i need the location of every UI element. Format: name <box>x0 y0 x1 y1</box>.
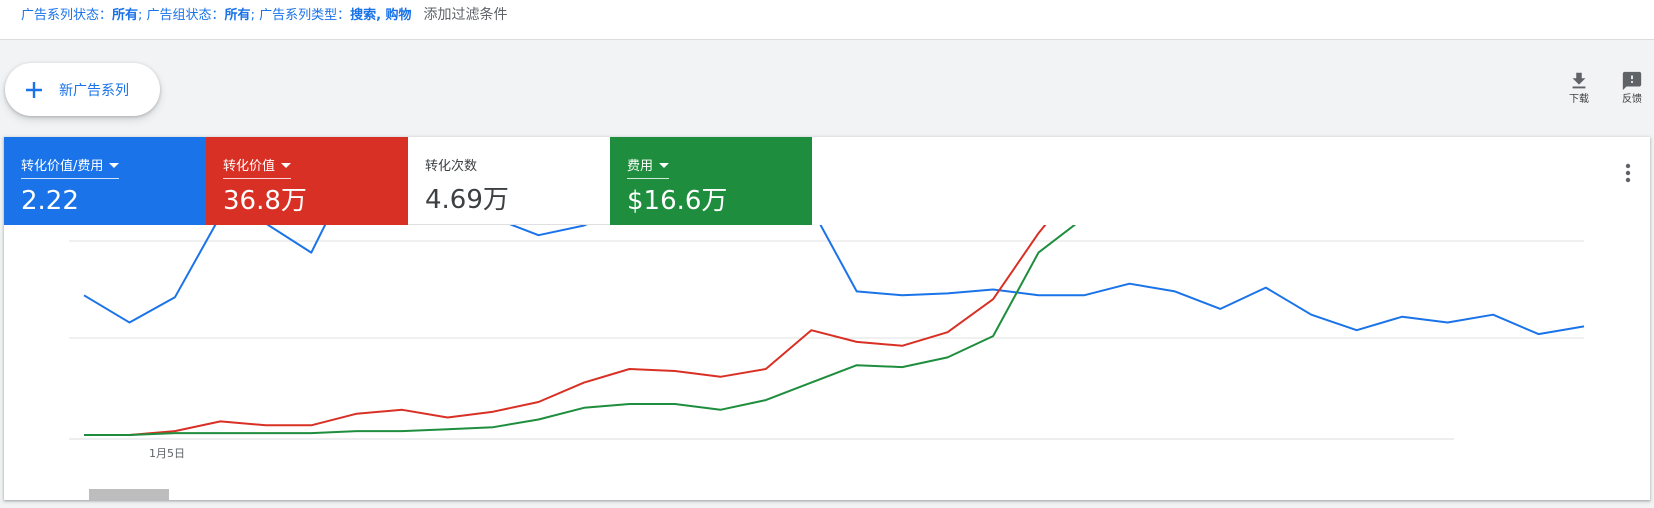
metric-roas-tile[interactable]: 转化价值/费用 2.22 <box>4 137 206 225</box>
new-campaign-label: 新广告系列 <box>59 82 129 99</box>
campaign-type-filter-value[interactable]: 搜索, 购物 <box>350 8 411 23</box>
metric-conversions-value: 4.69万 <box>425 185 509 215</box>
metric-cost-label[interactable]: 费用 <box>627 158 670 179</box>
caret-down-icon <box>281 163 292 168</box>
feedback-button[interactable]: 反馈 <box>1611 70 1653 114</box>
metric-conversion-value-tile[interactable]: 转化价值 36.8万 <box>206 137 408 225</box>
download-label: 下载 <box>1569 94 1589 105</box>
metric-roas-label[interactable]: 转化价值/费用 <box>21 158 120 179</box>
download-button[interactable]: 下载 <box>1558 70 1600 114</box>
caret-down-icon <box>109 163 120 168</box>
chart-scrollbar-thumb[interactable] <box>89 489 169 500</box>
more-options-icon[interactable] <box>1618 161 1638 185</box>
x-tick-label: 1月5日 <box>149 447 185 460</box>
metric-conversions-label-text: 转化次数 <box>425 159 478 174</box>
performance-line-chart: 1月5日 <box>69 225 1585 460</box>
caret-down-icon <box>659 163 670 168</box>
filter-summary[interactable]: 广告系列状态：所有; 广告组状态：所有; 广告系列类型：搜索, 购物 添加过滤条件 <box>21 4 508 27</box>
metric-conversion-value-label[interactable]: 转化价值 <box>223 158 292 179</box>
feedback-label: 反馈 <box>1622 94 1642 105</box>
adgroup-status-filter-value[interactable]: 所有 <box>225 8 251 23</box>
metric-conversion-value-value: 36.8万 <box>223 186 307 216</box>
performance-chart-card: 转化价值/费用 2.22 转化价值 36.8万 转化次数 4.69万 费用 $1… <box>4 137 1650 500</box>
campaign-status-filter-label: 广告系列状态： <box>21 8 113 23</box>
adgroup-status-filter-label: ; 广告组状态： <box>138 8 225 23</box>
plus-icon <box>26 81 42 98</box>
metric-cost-value: $16.6万 <box>627 186 728 216</box>
add-filter-button[interactable]: 添加过滤条件 <box>424 7 508 23</box>
metric-conversions-label[interactable]: 转化次数 <box>425 158 477 178</box>
campaign-type-filter-label: ; 广告系列类型： <box>250 8 351 23</box>
metric-roas-value: 2.22 <box>21 186 79 216</box>
filter-bar: 广告系列状态：所有; 广告组状态：所有; 广告系列类型：搜索, 购物 添加过滤条件 <box>0 0 1654 40</box>
metric-conversions-tile[interactable]: 转化次数 4.69万 <box>408 137 610 225</box>
feedback-icon <box>1622 71 1642 91</box>
metric-conversion-value-label-text: 转化价值 <box>223 159 276 174</box>
metric-roas-label-text: 转化价值/费用 <box>21 159 104 174</box>
new-campaign-button[interactable]: 新广告系列 <box>5 63 160 116</box>
campaign-status-filter-value[interactable]: 所有 <box>112 8 138 23</box>
metric-cost-tile[interactable]: 费用 $16.6万 <box>610 137 812 225</box>
metric-cost-label-text: 费用 <box>627 159 654 174</box>
download-icon <box>1572 72 1586 89</box>
